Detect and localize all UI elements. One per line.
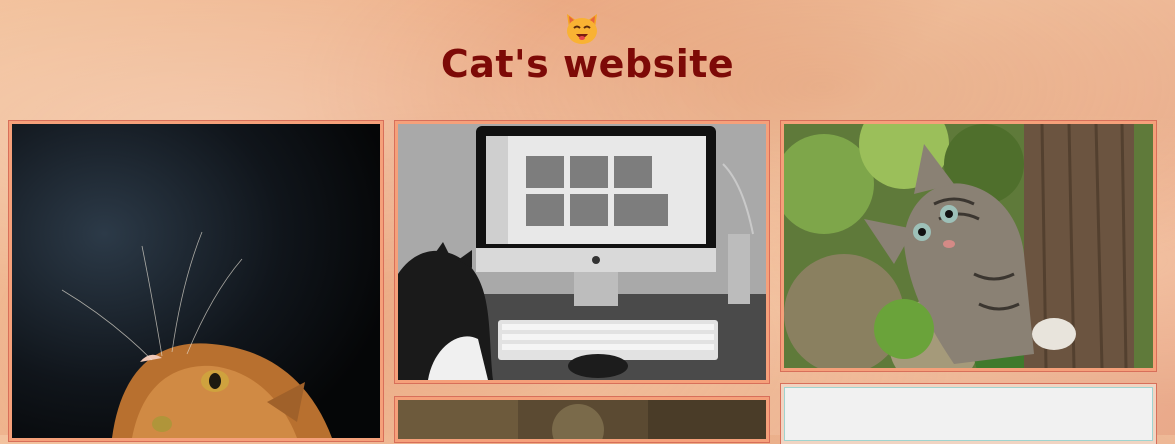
site-title: Cat's website — [440, 42, 735, 86]
cat-photo-partial — [398, 400, 766, 439]
gallery-card-placeholder[interactable] — [781, 384, 1156, 444]
orange-cat-photo — [12, 124, 380, 438]
smiling-cat-face-icon — [567, 14, 597, 44]
gallery-card-tabby-kitten[interactable] — [781, 121, 1156, 371]
gallery-card-partial[interactable] — [395, 397, 769, 442]
gallery-card-computer-cat[interactable] — [395, 121, 769, 383]
site-header: Cat's website — [0, 0, 1175, 120]
cat-watching-computer-photo — [398, 124, 766, 380]
tabby-kitten-photo — [784, 124, 1153, 368]
gallery-card-orange-cat[interactable] — [9, 121, 383, 441]
